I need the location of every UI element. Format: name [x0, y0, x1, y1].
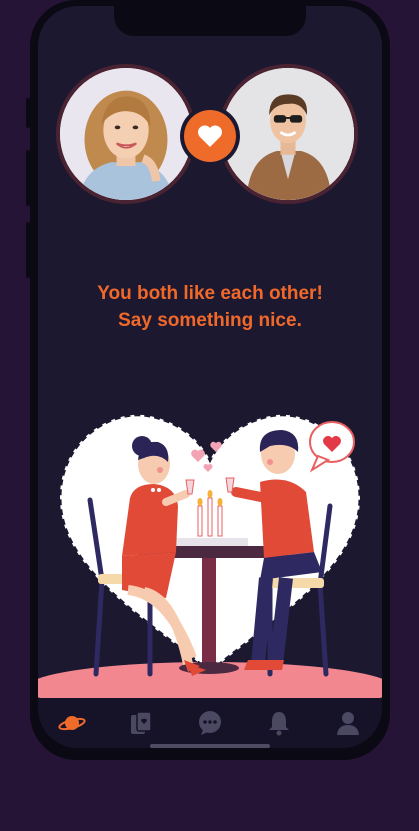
- chat-icon: [198, 711, 221, 735]
- home-indicator: [150, 744, 270, 748]
- match-message-line1: You both like each other!: [97, 283, 323, 304]
- user-avatar-right[interactable]: [218, 64, 358, 204]
- bottom-tab-bar: [38, 698, 382, 748]
- woman-photo: [60, 68, 192, 200]
- phone-frame: You both like each other! Say something …: [30, 0, 390, 760]
- user-avatar-left[interactable]: [56, 64, 196, 204]
- heart-icon: [197, 125, 223, 147]
- tab-profile[interactable]: [328, 703, 368, 743]
- tab-discover[interactable]: [52, 703, 92, 743]
- app-screen: You both like each other! Say something …: [38, 6, 382, 748]
- match-message-line2: Say something nice.: [118, 310, 302, 331]
- tab-chat[interactable]: [190, 703, 230, 743]
- bell-icon: [268, 712, 289, 736]
- man-photo: [222, 68, 354, 200]
- phone-notch: [114, 6, 306, 36]
- cards-icon: [131, 711, 152, 734]
- date-illustration: [38, 413, 382, 702]
- tab-notifications[interactable]: [259, 703, 299, 743]
- tab-cards[interactable]: [121, 703, 161, 743]
- planet-icon: [58, 716, 86, 731]
- match-message: You both like each other! Say something …: [38, 280, 382, 334]
- match-heart-badge: [184, 110, 236, 162]
- profile-icon: [336, 712, 359, 735]
